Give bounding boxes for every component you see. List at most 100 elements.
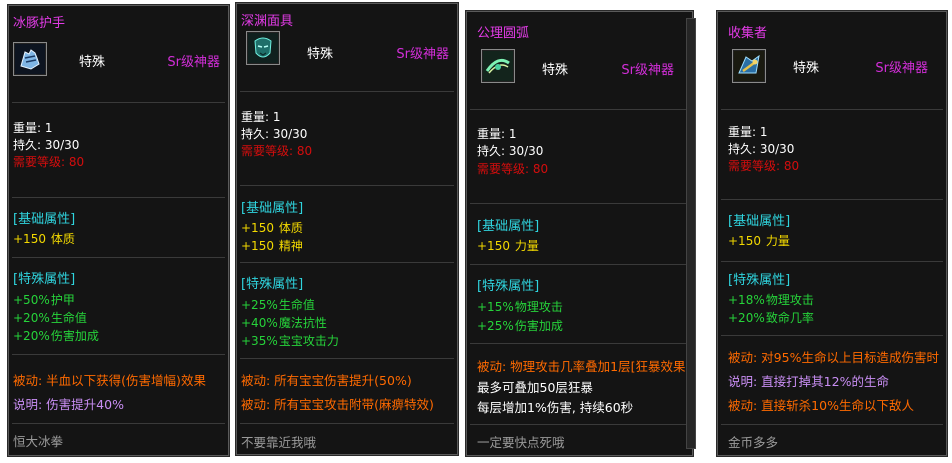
stat-label: 力量 — [765, 234, 790, 248]
stat-value: +20% — [728, 311, 765, 325]
item-weight: 重量: 1 — [728, 125, 768, 139]
glove-icon — [15, 44, 45, 74]
effect-line: 被动: 所有宝宝攻击附带(麻痹特效) — [241, 397, 434, 412]
item-icon-frame — [732, 49, 766, 83]
item-rarity: Sr级神器 — [167, 55, 220, 70]
item-type: 特殊 — [79, 55, 106, 70]
base-stat: +150 力量 — [477, 237, 539, 254]
item-type: 特殊 — [793, 61, 820, 76]
base-stat: +150 力量 — [728, 232, 790, 249]
special-stat: +20% 伤害加成 — [13, 327, 99, 344]
stat-label: 体质 — [50, 232, 75, 246]
item-level-requirement: 需要等级: 80 — [241, 144, 313, 158]
base-attributes-header: [基础属性] — [13, 212, 76, 227]
item-title: 公理圆弧 — [477, 26, 530, 41]
stat-label: 体质 — [278, 221, 303, 235]
divider — [240, 358, 454, 359]
effect-line: 每层增加1%伤害, 持续60秒 — [477, 400, 634, 415]
divider — [721, 109, 943, 110]
item-weight: 重量: 1 — [13, 121, 53, 135]
divider — [240, 91, 454, 92]
item-tooltip-card: 深渊面具 特殊 Sr级神器 重量: 1 持久: 30/30 需要等级: 80 [… — [235, 2, 459, 456]
effect-line: 被动: 物理攻击几率叠加1层[狂暴效果] — [477, 359, 691, 374]
stat-value: +15% — [477, 300, 514, 314]
stat-value: +35% — [241, 334, 278, 348]
stat-value: +150 — [13, 232, 46, 246]
item-level-requirement: 需要等级: 80 — [13, 155, 85, 169]
scrollbar[interactable] — [686, 18, 696, 449]
divider — [12, 423, 225, 424]
stat-value: +40% — [241, 316, 278, 330]
item-rarity: Sr级神器 — [875, 61, 928, 76]
special-stat: +25% 伤害加成 — [477, 317, 563, 334]
item-icon-frame — [481, 49, 515, 83]
item-tooltip-card: 收集者 特殊 Sr级神器 重量: 1 持久: 30/30 需要等级: 80 [基… — [716, 10, 948, 457]
stat-label: 致命几率 — [765, 311, 814, 325]
stat-value: +50% — [13, 293, 50, 307]
stat-label: 物理攻击 — [765, 293, 814, 307]
item-type: 特殊 — [542, 63, 569, 78]
special-stat: +20% 生命值 — [13, 309, 87, 326]
base-stat: +150 精神 — [241, 237, 303, 254]
item-durability: 持久: 30/30 — [241, 127, 308, 141]
special-stat: +35% 宝宝攻击力 — [241, 332, 339, 349]
divider — [470, 264, 689, 265]
stat-label: 护甲 — [50, 293, 75, 307]
special-stat: +25% 生命值 — [241, 296, 315, 313]
item-type: 特殊 — [307, 47, 334, 62]
stat-value: +25% — [477, 319, 514, 333]
stat-value: +18% — [728, 293, 765, 307]
divider — [470, 343, 689, 344]
stat-label: 力量 — [514, 239, 539, 253]
effect-line: 被动: 所有宝宝伤害提升(50%) — [241, 373, 412, 388]
flavor-text: 恒大冰拳 — [13, 434, 64, 449]
stat-label: 精神 — [278, 239, 303, 253]
divider — [12, 257, 225, 258]
base-stat: +150 体质 — [241, 219, 303, 236]
divider — [721, 424, 943, 425]
special-attributes-header: [特殊属性] — [477, 279, 540, 294]
flavor-text: 金币多多 — [728, 435, 779, 450]
stat-value: +20% — [13, 329, 50, 343]
item-title: 冰豚护手 — [13, 16, 66, 31]
arc-icon — [483, 51, 513, 81]
item-tooltip-card: 冰豚护手 特殊 Sr级神器 重量: 1 持久: 30/30 需要等级: 80 [… — [7, 4, 230, 457]
stat-label: 魔法抗性 — [278, 316, 327, 330]
item-rarity: Sr级神器 — [621, 63, 674, 78]
stat-label: 生命值 — [50, 311, 87, 325]
divider — [12, 354, 225, 355]
stat-label: 生命值 — [278, 298, 315, 312]
stat-value: +20% — [13, 311, 50, 325]
mask-icon — [248, 33, 278, 63]
effect-line: 说明: 伤害提升40% — [13, 397, 124, 412]
stat-label: 伤害加成 — [50, 329, 99, 343]
divider — [470, 203, 689, 204]
special-attributes-header: [特殊属性] — [241, 277, 304, 292]
stat-label: 物理攻击 — [514, 300, 563, 314]
special-stat: +15% 物理攻击 — [477, 298, 563, 315]
stat-value: +25% — [241, 298, 278, 312]
effect-line: 被动: 直接斩杀10%生命以下敌人 — [728, 398, 914, 413]
stat-value: +150 — [477, 239, 510, 253]
item-durability: 持久: 30/30 — [728, 142, 795, 156]
special-stat: +18% 物理攻击 — [728, 291, 814, 308]
item-weight: 重量: 1 — [477, 127, 517, 141]
divider — [12, 102, 225, 103]
collector-icon — [734, 51, 764, 81]
divider — [721, 261, 943, 262]
stat-value: +150 — [241, 239, 274, 253]
flavor-text: 一定要快点死哦 — [477, 435, 565, 450]
item-durability: 持久: 30/30 — [477, 144, 544, 158]
stat-label: 宝宝攻击力 — [278, 334, 339, 348]
special-attributes-header: [特殊属性] — [728, 273, 791, 288]
stat-label: 伤害加成 — [514, 319, 563, 333]
item-tooltip-card: 公理圆弧 特殊 Sr级神器 重量: 1 持久: 30/30 需要等级: 80 [… — [465, 10, 696, 457]
divider — [721, 335, 943, 336]
stat-value: +150 — [241, 221, 274, 235]
item-icon-frame — [13, 42, 47, 76]
item-level-requirement: 需要等级: 80 — [477, 162, 549, 176]
base-attributes-header: [基础属性] — [477, 219, 540, 234]
base-attributes-header: [基础属性] — [241, 201, 304, 216]
base-attributes-header: [基础属性] — [728, 214, 791, 229]
effect-line: 说明: 直接打掉其12%的生命 — [728, 374, 889, 389]
